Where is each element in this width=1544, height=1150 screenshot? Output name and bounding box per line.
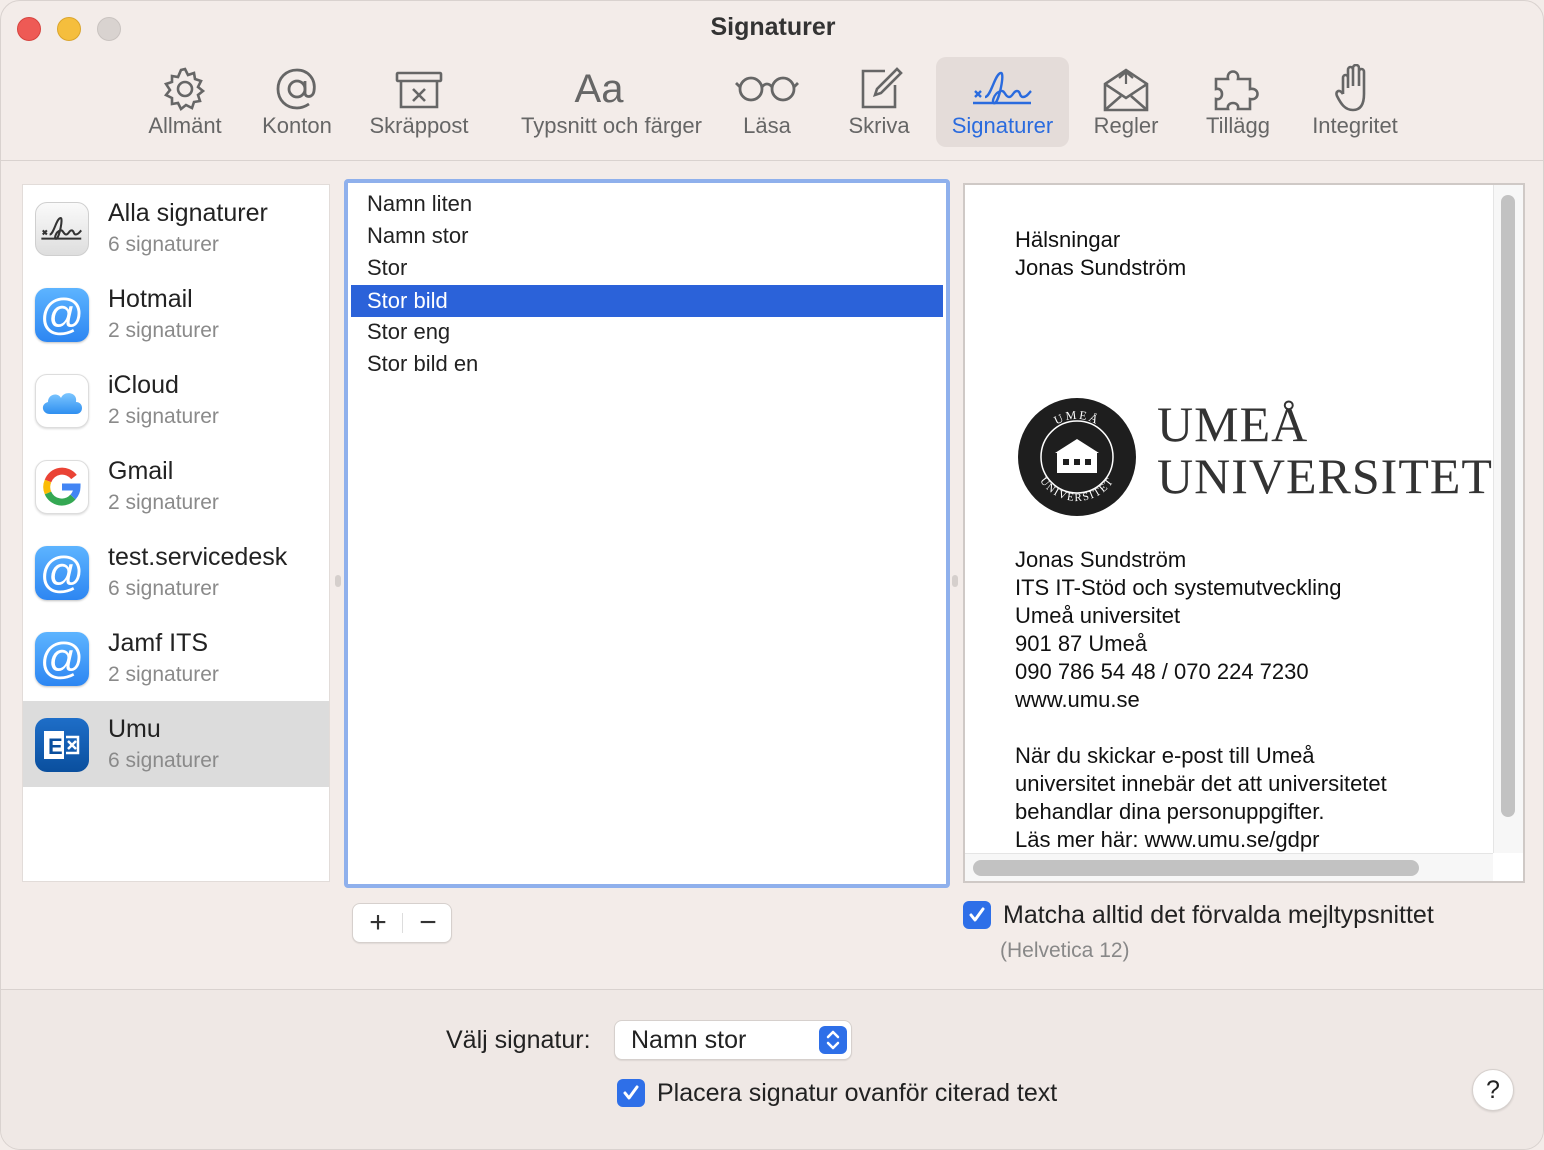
signature-item[interactable]: Namn liten: [351, 188, 943, 220]
tab-signaturer[interactable]: Signaturer: [936, 57, 1069, 147]
account-item-gmail[interactable]: Gmail 2 signaturer: [23, 443, 329, 529]
preview-line: Jonas Sundström: [1015, 547, 1187, 572]
signature-preview[interactable]: Hälsningar Jonas Sundström UMEÅ UNIVERSI…: [963, 183, 1525, 883]
add-remove-control: + −: [352, 903, 452, 943]
logo-text-line2: UNIVERSITET: [1157, 448, 1493, 504]
exchange-icon: E: [35, 718, 89, 772]
at-icon: @: [35, 546, 89, 600]
preview-line: behandlar dina personuppgifter.: [1015, 799, 1325, 824]
chevron-updown-icon: [819, 1026, 847, 1054]
place-above-label[interactable]: Placera signatur ovanför citerad text: [657, 1079, 1057, 1108]
puzzle-icon: [1195, 63, 1281, 115]
tab-konton[interactable]: Konton: [253, 57, 341, 147]
font-name-label: (Helvetica 12): [1000, 939, 1130, 962]
rules-icon: [1085, 63, 1167, 115]
checkmark-icon: [969, 907, 985, 922]
preview-line: 090 786 54 48 / 070 224 7230: [1015, 659, 1309, 684]
add-signature-button[interactable]: +: [353, 904, 403, 942]
google-icon: [35, 460, 89, 514]
logo-text-line1: UMEÅ: [1157, 396, 1309, 452]
at-icon: @: [35, 288, 89, 342]
preview-line: Läs mer här: www.umu.se/gdpr: [1015, 827, 1320, 852]
bottom-separator: [1, 989, 1543, 990]
accounts-list[interactable]: Alla signaturer 6 signaturer @ Hotmail 2…: [22, 184, 330, 882]
account-item-test-servicedesk[interactable]: @ test.servicedesk 6 signaturer: [23, 529, 329, 615]
signature-item-selected[interactable]: Stor bild: [351, 285, 943, 317]
glasses-icon: [725, 63, 809, 115]
preferences-window: Signaturer Allmänt Konton Skräppost Aa T…: [0, 0, 1544, 1150]
icloud-icon: [35, 374, 89, 428]
signature-item[interactable]: Stor bild en: [351, 348, 943, 380]
tab-skriva[interactable]: Skriva: [837, 57, 921, 147]
signature-icon: [35, 202, 89, 256]
match-font-checkbox[interactable]: [963, 901, 991, 929]
svg-text:E: E: [48, 734, 63, 759]
signatures-list[interactable]: Namn liten Namn stor Stor Stor bild Stor…: [344, 179, 950, 888]
compose-icon: [837, 63, 921, 115]
university-seal-logo: UMEÅ UNIVERSITET: [1017, 397, 1137, 517]
preview-line: www.umu.se: [1015, 687, 1140, 712]
account-item-jamf-its[interactable]: @ Jamf ITS 2 signaturer: [23, 615, 329, 701]
signature-item[interactable]: Namn stor: [351, 220, 943, 252]
horizontal-scrollbar-thumb[interactable]: [973, 860, 1419, 876]
window-title: Signaturer: [710, 13, 836, 41]
tab-allmant[interactable]: Allmänt: [141, 57, 229, 147]
account-item-alla[interactable]: Alla signaturer 6 signaturer: [23, 185, 329, 271]
tab-typsnitt[interactable]: Aa Typsnitt och färger: [521, 57, 702, 147]
tab-integritet[interactable]: Integritet: [1311, 57, 1399, 147]
account-item-umu[interactable]: E Umu 6 signaturer: [23, 701, 329, 787]
splitter-handle[interactable]: [335, 575, 341, 587]
preview-line: När du skickar e-post till Umeå: [1015, 743, 1315, 768]
hand-icon: [1311, 63, 1399, 115]
gear-icon: [141, 63, 229, 115]
signature-item[interactable]: Stor eng: [351, 316, 943, 348]
preview-line: 901 87 Umeå: [1015, 631, 1148, 656]
preview-line: universitet innebär det att universitete…: [1015, 771, 1387, 796]
vertical-scrollbar-thumb[interactable]: [1501, 195, 1515, 817]
place-above-checkbox[interactable]: [617, 1079, 645, 1107]
tab-regler[interactable]: Regler: [1085, 57, 1167, 147]
junk-icon: [373, 63, 465, 115]
account-item-icloud[interactable]: iCloud 2 signaturer: [23, 357, 329, 443]
bottom-panel: [1, 990, 1543, 1149]
signature-icon: [936, 63, 1069, 115]
signature-item[interactable]: Stor: [351, 252, 943, 284]
checkmark-icon: [623, 1085, 639, 1100]
tab-tillagg[interactable]: Tillägg: [1195, 57, 1281, 147]
toolbar-separator: [1, 160, 1543, 161]
choose-signature-label: Välj signatur:: [446, 1026, 591, 1054]
choose-signature-select[interactable]: Namn stor: [614, 1020, 852, 1060]
tab-lasa[interactable]: Läsa: [725, 57, 809, 147]
preview-line: ITS IT-Stöd och systemutveckling: [1015, 575, 1342, 600]
at-icon: @: [35, 632, 89, 686]
remove-signature-button[interactable]: −: [403, 904, 453, 942]
preview-line: Hälsningar: [1015, 227, 1121, 252]
preview-line: Jonas Sundström: [1015, 255, 1187, 280]
at-icon: [253, 63, 341, 115]
preview-line: Umeå universitet: [1015, 603, 1181, 628]
match-font-label[interactable]: Matcha alltid det förvalda mejltypsnitte…: [1003, 901, 1434, 930]
splitter-handle[interactable]: [952, 575, 958, 587]
font-icon: Aa: [574, 66, 624, 111]
tab-skrappost[interactable]: Skräppost: [369, 57, 469, 147]
help-button[interactable]: ?: [1472, 1069, 1514, 1111]
account-item-hotmail[interactable]: @ Hotmail 2 signaturer: [23, 271, 329, 357]
